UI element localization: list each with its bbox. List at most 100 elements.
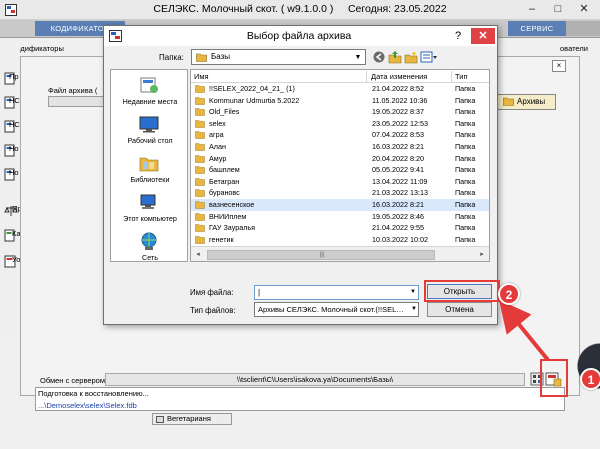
file-type: Папка [455,188,476,198]
folder-icon [195,189,205,198]
file-type: Папка [455,223,476,233]
folder-select[interactable]: Базы ▼ [191,49,366,65]
file-type: Папка [455,95,476,105]
app-icon [5,4,17,16]
scroll-right-icon[interactable]: ▸ [477,250,487,260]
file-row[interactable]: selex 23.05.2022 12:53 Папка [191,118,489,130]
chevron-down-icon[interactable]: ▼ [409,304,419,315]
file-row[interactable]: агра 07.04.2022 8:53 Папка [191,129,489,141]
dialog-close-button[interactable]: ✕ [471,28,495,44]
file-name: башплем [209,165,240,175]
file-name: агра [209,130,224,140]
file-date: 16.03.2022 8:21 [372,142,424,151]
filetype-value: Архивы СЕЛЭКС. Молочный скот.(!!SELEX*.j [258,305,408,314]
file-row[interactable]: Алан 16.03.2022 8:21 Папка [191,141,489,153]
scroll-left-icon[interactable]: ◂ [193,250,203,260]
file-date: 19.05.2022 8:46 [372,211,424,221]
column-name[interactable]: Имя [191,70,366,83]
file-row[interactable]: !!SELEX_2022_04_21_ (1) 21.04.2022 8:52 Па… [191,83,489,95]
column-type[interactable]: Тип [452,70,489,83]
up-folder-icon[interactable] [388,49,402,65]
file-row[interactable]: Амур 20.04.2022 8:20 Папка [191,153,489,165]
minimize-button[interactable]: – [520,1,544,18]
folder-icon [195,212,205,221]
strip-label-3: НС [9,120,20,129]
file-date: 23.05.2022 12:53 [372,118,428,128]
file-list[interactable]: Имя Дата изменения Тип !!SELEX_2022_04_2… [190,69,490,262]
help-button[interactable]: ? [449,28,467,44]
file-date: 13.04.2022 11:09 [372,176,428,186]
vegetation-button[interactable]: Вегетарианя [152,413,232,425]
place-libraries[interactable]: Библиотеки [111,151,189,189]
horizontal-scrollbar[interactable]: ◂ ||| ▸ [191,246,489,261]
file-row[interactable]: Old_Files 19.05.2022 8:37 Папка [191,106,489,118]
annotation-highlight-1 [540,359,568,397]
folder-icon [195,178,205,186]
file-row[interactable]: ГАУ Зауралья 21.04.2022 9:55 Папка [191,222,489,234]
archives-button[interactable]: Архивы [496,94,556,110]
folder-icon [195,85,205,93]
folder-icon [195,236,205,244]
file-name: Old_Files [209,107,240,117]
users-label[interactable]: ователи [560,44,600,56]
file-name: бурановс [209,188,240,198]
file-row[interactable]: башплем 05.05.2022 9:41 Папка [191,164,489,176]
file-type: Папка [455,107,476,117]
scroll-grip: ||| [319,252,325,258]
computer-icon [138,192,160,212]
server-path-field[interactable]: \\tsclient\C\Users\isakova.ya\Documents\… [105,373,525,386]
file-row[interactable]: бурановс 21.03.2022 13:13 Папка [191,187,489,199]
file-name: Бетагран [209,176,240,186]
filetype-select[interactable]: Архивы СЕЛЭКС. Молочный скот.(!!SELEX*.j… [254,302,419,317]
strip-label-5: Но [9,168,19,177]
new-folder-icon[interactable] [404,49,418,65]
file-name: Kommunar Udmurtia 5.2022 [209,95,300,105]
cancel-button[interactable]: Отмена [427,302,492,317]
file-row[interactable]: генетик 10.03.2022 10:02 Папка [191,234,489,246]
tool-icon [156,416,164,423]
place-recent[interactable]: Недавние места [111,73,189,111]
place-network[interactable]: Сеть [111,229,189,267]
menu-item-service[interactable]: СЕРВИС [508,21,566,36]
file-row[interactable]: ВНИИплем 19.05.2022 8:46 Папка [191,211,489,223]
column-separator[interactable] [366,71,367,82]
file-date: 07.04.2022 8:53 [372,130,424,140]
file-row[interactable]: Бетагран 13.04.2022 11:09 Папка [191,176,489,188]
place-desktop[interactable]: Рабочий стол [111,112,189,150]
column-date[interactable]: Дата изменения [368,70,451,83]
archive-file-field[interactable] [48,96,104,107]
maximize-button[interactable]: □ [546,1,570,18]
file-type: Папка [455,142,476,151]
places-bar: Недавние места Рабочий стол Библиотеки Э… [110,69,188,262]
folder-icon [195,154,205,163]
scroll-thumb[interactable]: ||| [207,250,435,260]
panel-close-button[interactable]: × [552,60,566,72]
file-date: 16.03.2022 8:21 [372,200,424,209]
dialog-titlebar: Выбор файла архива ? ✕ [104,26,497,46]
file-row[interactable]: Kommunar Udmurtia 5.2022 11.05.2022 10:36… [191,95,489,107]
back-icon[interactable] [372,49,386,65]
folder-label: Папка: [159,53,184,62]
file-row[interactable]: вазнесенское 16.03.2022 8:21 Папка [191,199,489,211]
file-type: Папка [455,165,476,175]
chevron-down-icon[interactable]: ▼ [352,52,364,63]
file-name: !!SELEX_2022_04_21_ (1) [209,84,295,93]
file-date: 19.05.2022 8:37 [372,107,424,117]
file-date: 05.05.2022 9:41 [372,165,424,175]
strip-label-8: Уо [12,255,20,264]
place-this-pc[interactable]: Этот компьютер [111,190,189,228]
app-title: СЕЛЭКС. Молочный скот. ( w9.1.0.0 ) Сего… [153,3,447,15]
file-name: Амур [209,153,227,163]
server-exchange-label: Обмен с сервером [40,376,106,385]
menubar-filler [566,21,600,36]
folder-icon [195,166,205,174]
strip-label-1: Пр [9,72,19,81]
filename-input[interactable] [254,285,419,300]
strip-label-6: Пр [12,204,20,213]
close-button[interactable]: ✕ [572,1,596,18]
file-type: Папка [455,118,476,128]
chevron-down-icon[interactable]: ▼ [408,287,418,298]
folder-icon [196,53,207,62]
view-menu-icon[interactable] [420,49,438,65]
file-name: вазнесенское [209,200,255,209]
